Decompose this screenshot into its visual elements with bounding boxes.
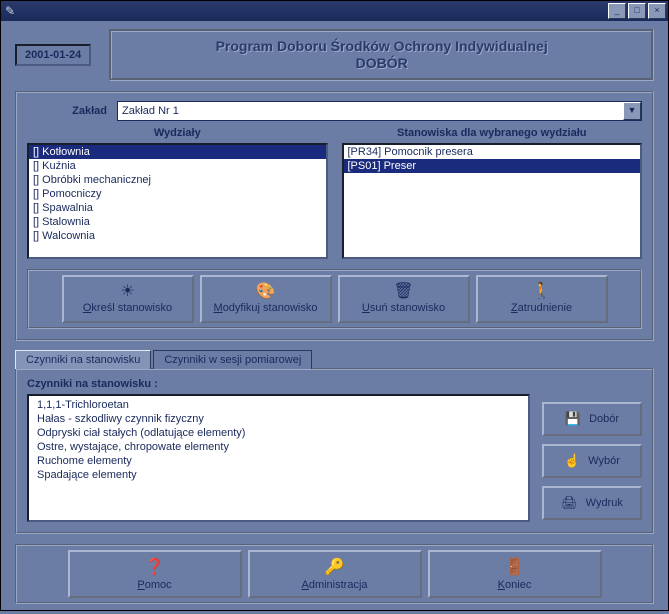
okresl-label: Określ stanowisko <box>83 302 172 314</box>
koniec-label: Koniec <box>498 579 532 591</box>
dobor-label: Dobór <box>589 413 619 425</box>
tab-czynniki-stanowisko[interactable]: Czynniki na stanowisku <box>15 350 151 369</box>
list-item[interactable]: Spadające elementy <box>33 468 524 482</box>
app-icon: ✎ <box>3 4 19 18</box>
main-panel: Zakład Zakład Nr 1 ▼ Wydziały [] Kotłown… <box>15 91 654 341</box>
side-buttons: 💾 Dobór ☝ Wybór 🖨 Wydruk <box>542 394 642 520</box>
list-item[interactable]: [] Kuźnia <box>29 159 326 173</box>
action-button-row: ☀ Określ stanowisko 🎨 Modyfikuj stanowis… <box>27 269 642 329</box>
usun-label: Usuń stanowisko <box>362 302 445 314</box>
bottom-button-row: ❓ Pomoc 🔑 Administracja 🚪 Koniec <box>15 544 654 604</box>
help-icon: ❓ <box>145 557 165 577</box>
czynniki-listbox[interactable]: 1,1,1-TrichloroetanHałas - szkodliwy czy… <box>27 394 530 522</box>
list-item[interactable]: Ruchome elementy <box>33 454 524 468</box>
admin-button[interactable]: 🔑 Administracja <box>248 550 422 598</box>
app-window: ✎ _ □ × 2001-01-24 Program Doboru Środkó… <box>0 0 669 611</box>
list-item[interactable]: [] Spawalnia <box>29 201 326 215</box>
dobor-button[interactable]: 💾 Dobór <box>542 402 642 436</box>
list-item[interactable]: Ostre, wystające, chropowate elementy <box>33 440 524 454</box>
admin-label: Administracja <box>301 579 367 591</box>
list-item[interactable]: [] Obróbki mechanicznej <box>29 173 326 187</box>
dropdown-icon[interactable]: ▼ <box>623 102 641 120</box>
sun-icon: ☀ <box>120 284 134 300</box>
list-item[interactable]: [] Walcownia <box>29 229 326 243</box>
zaklad-label: Zakład <box>27 105 107 117</box>
list-item[interactable]: Odpryski ciał stałych (odlatujące elemen… <box>33 426 524 440</box>
okresl-button[interactable]: ☀ Określ stanowisko <box>62 275 194 323</box>
disk-icon: 💾 <box>565 411 581 427</box>
zatrudnienie-button[interactable]: 🚶 Zatrudnienie <box>476 275 608 323</box>
wydzialy-listbox[interactable]: [] Kotłownia[] Kuźnia[] Obróbki mechanic… <box>27 143 328 259</box>
koniec-button[interactable]: 🚪 Koniec <box>428 550 602 598</box>
tab-bar: Czynniki na stanowisku Czynniki w sesji … <box>15 349 654 368</box>
list-item[interactable]: Hałas - szkodliwy czynnik fizyczny <box>33 412 524 426</box>
trash-icon: 🗑 <box>393 284 413 300</box>
wybor-button[interactable]: ☝ Wybór <box>542 444 642 478</box>
list-item[interactable]: [] Pomocniczy <box>29 187 326 201</box>
date-display: 2001-01-24 <box>15 44 91 66</box>
banner-line1: Program Doboru Środków Ochrony Indywidua… <box>116 38 647 55</box>
modyfikuj-button[interactable]: 🎨 Modyfikuj stanowisko <box>200 275 332 323</box>
stanowiska-listbox[interactable]: [PR34] Pomocnik presera[PS01] Preser <box>342 143 643 259</box>
list-item[interactable]: [PR34] Pomocnik presera <box>344 145 641 159</box>
list-item[interactable]: [PS01] Preser <box>344 159 641 173</box>
zaklad-selected: Zakład Nr 1 <box>118 105 623 117</box>
wydruk-button[interactable]: 🖨 Wydruk <box>542 486 642 520</box>
wydruk-label: Wydruk <box>586 497 623 509</box>
minimize-button[interactable]: _ <box>608 3 626 19</box>
modyfikuj-label: Modyfikuj stanowisko <box>214 302 318 314</box>
list-item[interactable]: [] Stalownia <box>29 215 326 229</box>
key-icon: 🔑 <box>325 557 345 577</box>
tab-czynniki-sesja[interactable]: Czynniki w sesji pomiarowej <box>153 350 312 369</box>
window-controls: _ □ × <box>608 3 666 19</box>
zatrudnienie-label: Zatrudnienie <box>511 302 572 314</box>
list-item[interactable]: [] Kotłownia <box>29 145 326 159</box>
exit-icon: 🚪 <box>505 557 525 577</box>
close-button[interactable]: × <box>648 3 666 19</box>
stanowiska-header: Stanowiska dla wybranego wydziału <box>342 127 643 139</box>
tab-pane: Czynniki na stanowisku : 1,1,1-Trichloro… <box>15 368 654 534</box>
usun-button[interactable]: 🗑 Usuń stanowisko <box>338 275 470 323</box>
pomoc-label: Pomoc <box>137 579 171 591</box>
person-icon: 🚶 <box>532 284 552 300</box>
wybor-label: Wybór <box>588 455 620 467</box>
edit-icon: 🎨 <box>256 284 276 300</box>
printer-icon: 🖨 <box>561 495 578 511</box>
banner-line2: DOBÓR <box>116 55 647 72</box>
list-item[interactable]: 1,1,1-Trichloroetan <box>33 398 524 412</box>
pomoc-button[interactable]: ❓ Pomoc <box>68 550 242 598</box>
wydzialy-header: Wydziały <box>27 127 328 139</box>
hand-icon: ☝ <box>564 453 580 469</box>
app-banner: Program Doboru Środków Ochrony Indywidua… <box>109 29 654 81</box>
maximize-button[interactable]: □ <box>628 3 646 19</box>
titlebar: ✎ _ □ × <box>1 1 668 21</box>
zaklad-select[interactable]: Zakład Nr 1 ▼ <box>117 101 642 121</box>
czynniki-title: Czynniki na stanowisku : <box>27 378 642 390</box>
